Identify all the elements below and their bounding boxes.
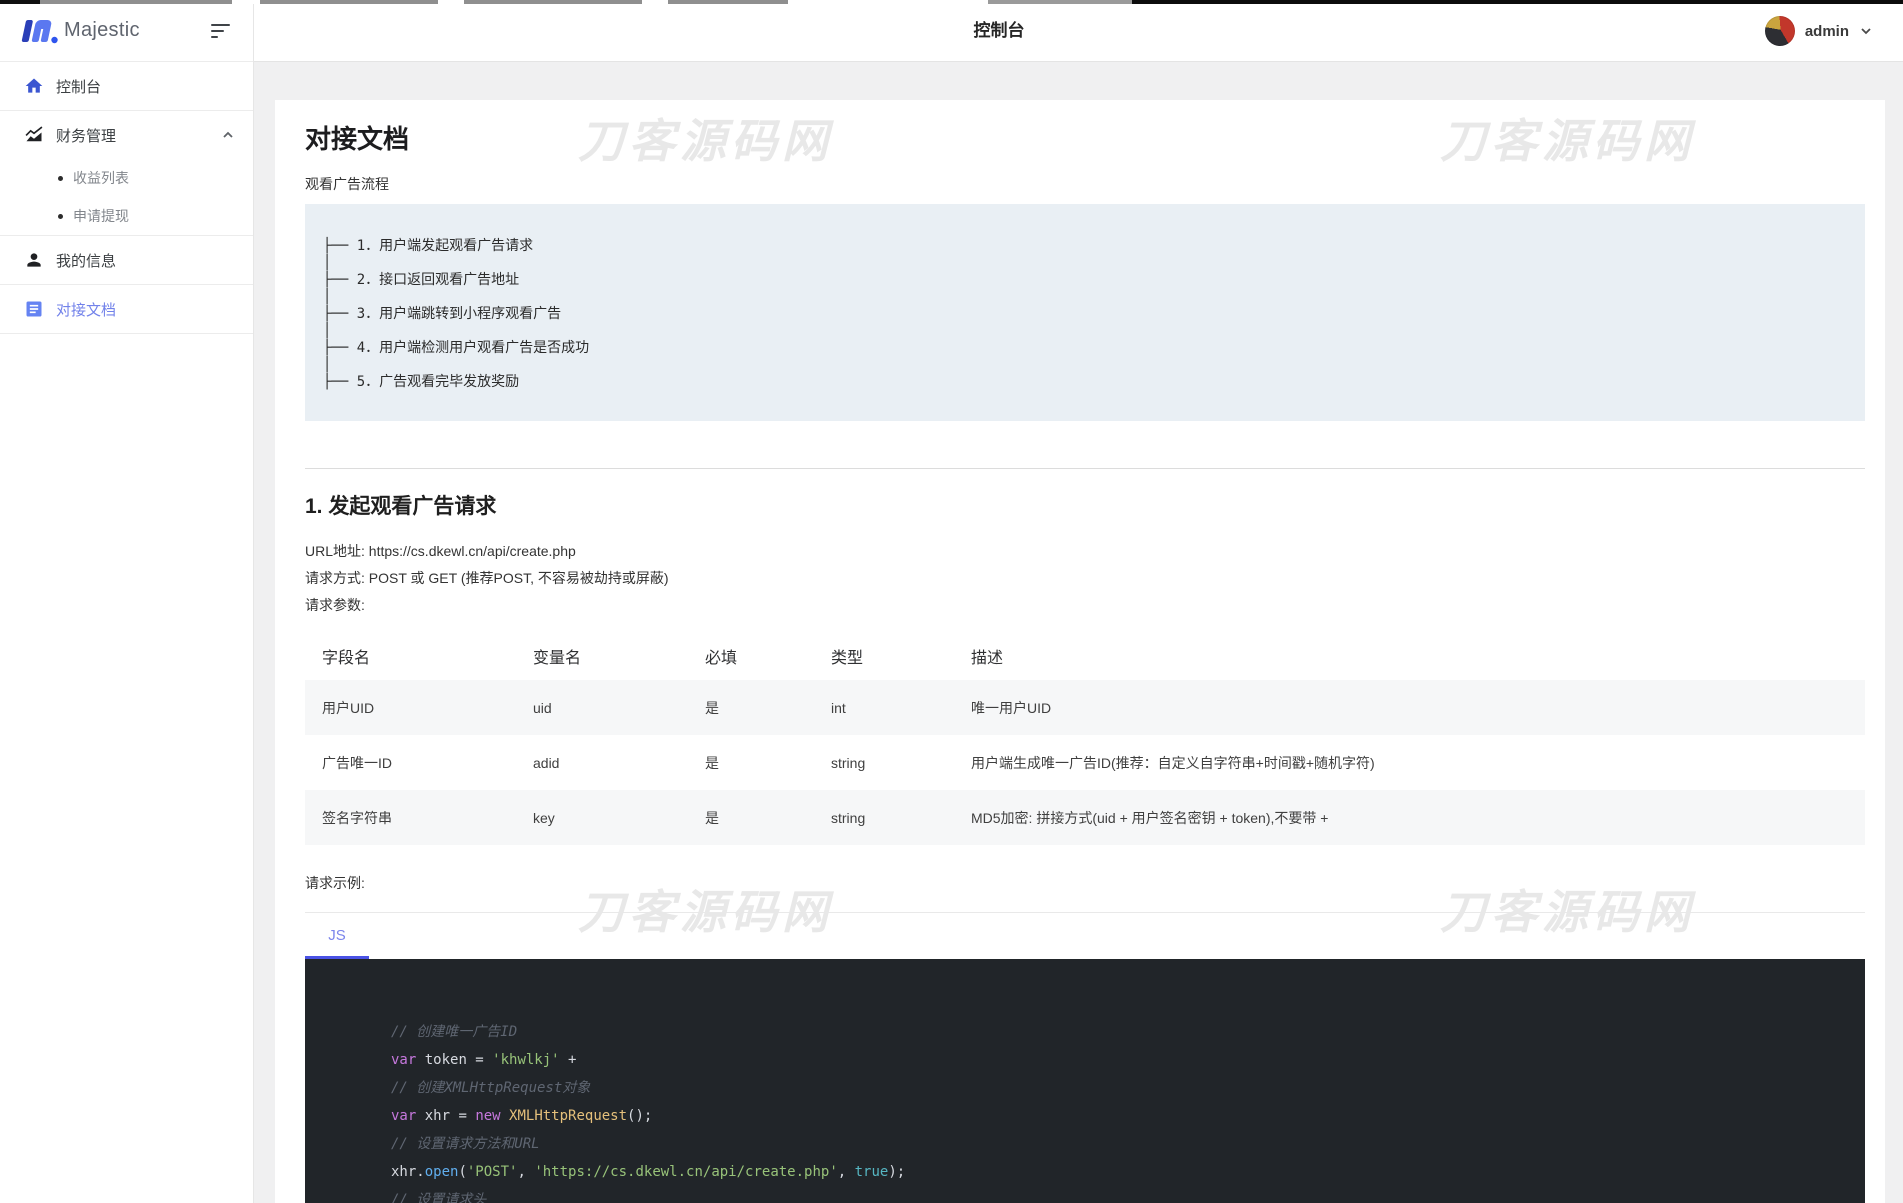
code-panel: JS // 创建唯一广告IDvar token = 'khwlkj' +// 创… — [305, 912, 1865, 1203]
sidebar-logo-row: Majestic — [0, 0, 253, 62]
code-line: // 创建唯一广告ID — [391, 1018, 1845, 1046]
code-line: var xhr = new XMLHttpRequest(); — [391, 1102, 1845, 1130]
url-line: URL地址: https://cs.dkewl.cn/api/create.ph… — [305, 543, 1865, 559]
table-header-cell: 必填 — [688, 632, 814, 680]
logo-text: Majestic — [64, 19, 140, 42]
area-chart-icon — [24, 125, 44, 145]
doc-title: 对接文档 — [305, 124, 1865, 154]
table-cell: uid — [516, 680, 688, 735]
table-header-row: 字段名变量名必填类型描述 — [305, 632, 1865, 680]
table-header-cell: 字段名 — [305, 632, 516, 680]
sidebar-item-label: 控制台 — [56, 76, 101, 97]
home-icon — [24, 76, 44, 96]
bullet-dot — [58, 214, 63, 219]
sidebar-subitem-label: 收益列表 — [73, 168, 129, 188]
content-area: 对接文档 观看广告流程 ├── 1．用户端发起观看广告请求 │ ├── 2．接口… — [254, 62, 1903, 1203]
code-line: // 创建XMLHttpRequest对象 — [391, 1074, 1845, 1102]
code-block: // 创建唯一广告IDvar token = 'khwlkj' +// 创建XM… — [305, 959, 1865, 1203]
table-cell: 是 — [688, 735, 814, 790]
table-cell: key — [516, 790, 688, 845]
chevron-down-icon — [1859, 24, 1873, 38]
sidebar-item-label: 我的信息 — [56, 250, 116, 271]
menu-fold-icon[interactable] — [211, 23, 233, 39]
section-divider — [305, 468, 1865, 469]
table-cell: string — [814, 735, 954, 790]
table-cell: 唯一用户UID — [954, 680, 1865, 735]
sidebar-item-my-info[interactable]: 我的信息 — [0, 236, 253, 284]
method-line: 请求方式: POST 或 GET (推荐POST, 不容易被劫持或屏蔽) — [305, 570, 1865, 586]
flow-label: 观看广告流程 — [305, 176, 1865, 193]
article-icon — [24, 299, 44, 319]
flow-box: ├── 1．用户端发起观看广告请求 │ ├── 2．接口返回观看广告地址 │ ├… — [305, 204, 1865, 421]
user-dropdown[interactable]: admin — [1765, 0, 1873, 62]
app-window: Majestic 控制台 财务管理 收益列表 — [0, 0, 1903, 1203]
avatar — [1765, 16, 1795, 46]
table-body: 用户UIDuid是int唯一用户UID广告唯一IDadid是string用户端生… — [305, 680, 1865, 845]
divider — [0, 333, 253, 334]
sidebar-item-label: 对接文档 — [56, 299, 116, 320]
code-line: var token = 'khwlkj' + — [391, 1046, 1845, 1074]
username: admin — [1805, 23, 1849, 40]
code-tab-bar: JS — [305, 913, 1865, 959]
bullet-dot — [58, 176, 63, 181]
table-cell: 是 — [688, 790, 814, 845]
table-header-cell: 类型 — [814, 632, 954, 680]
params-label: 请求参数: — [305, 597, 1865, 613]
table-cell: adid — [516, 735, 688, 790]
table-row: 广告唯一IDadid是string用户端生成唯一广告ID(推荐：自定义自字符串+… — [305, 735, 1865, 790]
chevron-up-icon — [221, 128, 235, 142]
params-table: 字段名变量名必填类型描述 用户UIDuid是int唯一用户UID广告唯一IDad… — [305, 632, 1865, 845]
table-cell: 是 — [688, 680, 814, 735]
table-cell: MD5加密: 拼接方式(uid + 用户签名密钥 + token),不要带 + — [954, 790, 1865, 845]
table-row: 用户UIDuid是int唯一用户UID — [305, 680, 1865, 735]
browser-tab-strip — [0, 0, 1903, 4]
top-header: 控制台 admin — [254, 0, 1903, 62]
sidebar-item-withdraw-request[interactable]: 申请提现 — [0, 197, 253, 235]
section-heading: 1. 发起观看广告请求 — [305, 495, 1865, 519]
table-header-cell: 变量名 — [516, 632, 688, 680]
tab-js[interactable]: JS — [305, 913, 369, 959]
table-cell: 用户UID — [305, 680, 516, 735]
sidebar-item-dashboard[interactable]: 控制台 — [0, 62, 253, 110]
example-label: 请求示例: — [305, 875, 1865, 891]
majestic-logo-icon — [18, 16, 58, 46]
sidebar-item-finance[interactable]: 财务管理 — [0, 111, 253, 159]
table-cell: 用户端生成唯一广告ID(推荐：自定义自字符串+时间戳+随机字符) — [954, 735, 1865, 790]
code-line: // 设置请求方法和URL — [391, 1130, 1845, 1158]
sidebar-item-label: 财务管理 — [56, 125, 116, 146]
sidebar-submenu-finance: 收益列表 申请提现 — [0, 159, 253, 235]
table-cell: 签名字符串 — [305, 790, 516, 845]
sidebar-item-api-docs[interactable]: 对接文档 — [0, 285, 253, 333]
sidebar: Majestic 控制台 财务管理 收益列表 — [0, 0, 254, 1203]
code-line: // 设置请求头 — [391, 1186, 1845, 1203]
table-cell: int — [814, 680, 954, 735]
table-cell: 广告唯一ID — [305, 735, 516, 790]
page-title: 控制台 — [254, 0, 1744, 62]
table-cell: string — [814, 790, 954, 845]
doc-card: 对接文档 观看广告流程 ├── 1．用户端发起观看广告请求 │ ├── 2．接口… — [275, 100, 1885, 1203]
flow-tree: ├── 1．用户端发起观看广告请求 │ ├── 2．接口返回观看广告地址 │ ├… — [323, 238, 1845, 391]
table-row: 签名字符串key是stringMD5加密: 拼接方式(uid + 用户签名密钥 … — [305, 790, 1865, 845]
person-icon — [24, 250, 44, 270]
table-header-cell: 描述 — [954, 632, 1865, 680]
sidebar-subitem-label: 申请提现 — [73, 206, 129, 226]
sidebar-item-earnings-list[interactable]: 收益列表 — [0, 159, 253, 197]
code-line: xhr.open('POST', 'https://cs.dkewl.cn/ap… — [391, 1158, 1845, 1186]
